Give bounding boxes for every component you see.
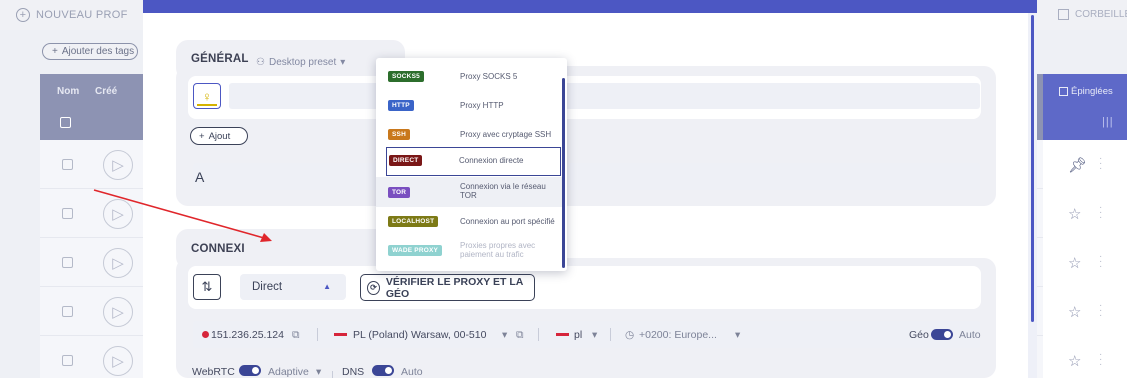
annotation-arrow <box>93 189 272 242</box>
